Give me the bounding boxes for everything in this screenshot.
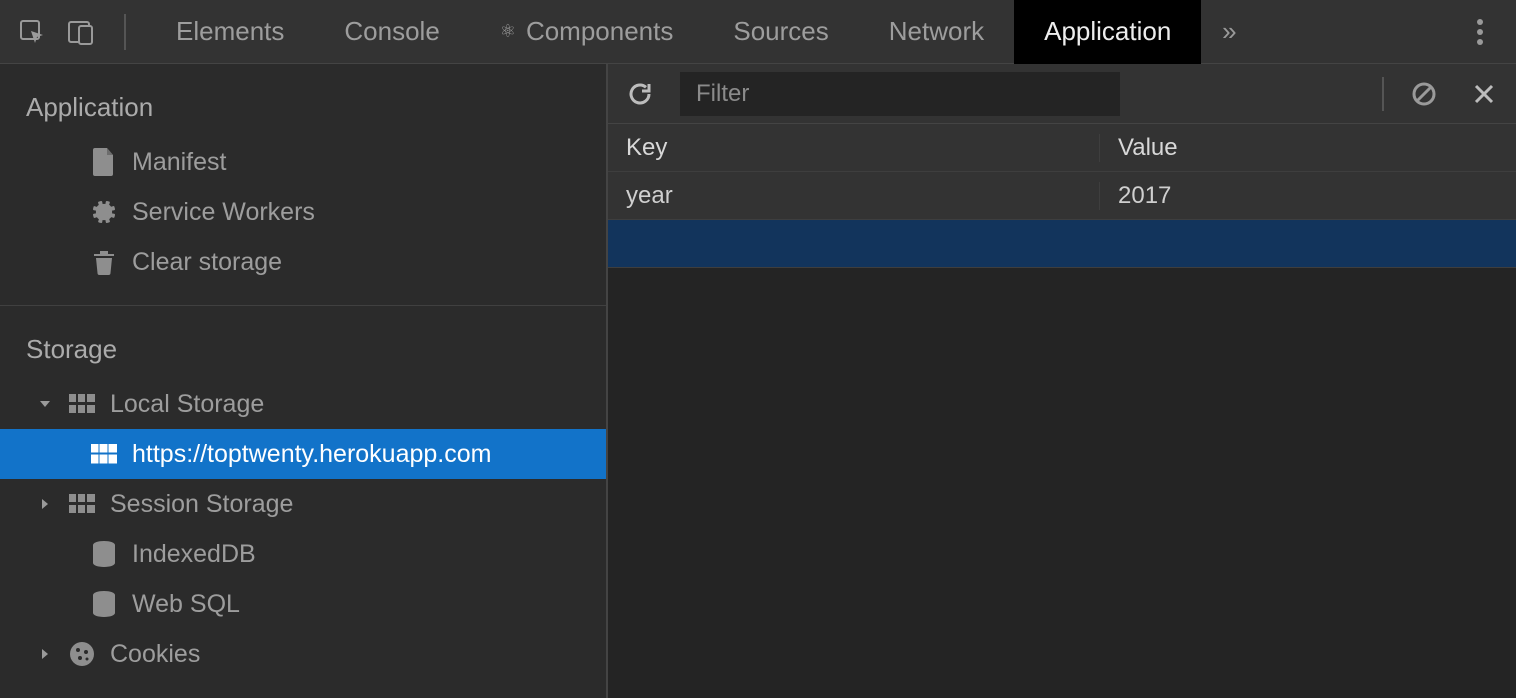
refresh-icon[interactable] (620, 74, 660, 114)
column-header-key[interactable]: Key (608, 134, 1100, 162)
trash-icon (90, 249, 118, 275)
sidebar-item-websql[interactable]: Web SQL (0, 579, 606, 629)
separator (124, 14, 126, 50)
sidebar-item-manifest[interactable]: Manifest (0, 137, 606, 187)
sidebar-item-label: https://toptwenty.herokuapp.com (132, 440, 491, 469)
gear-icon (90, 199, 118, 225)
tabs-overflow-button[interactable]: » (1201, 8, 1257, 56)
tab-list: Elements Console ⚛ Components Sources Ne… (146, 0, 1201, 64)
sidebar-item-local-storage-origin[interactable]: https://toptwenty.herokuapp.com (0, 429, 606, 479)
section-title-application: Application (0, 64, 606, 137)
table-body: year 2017 (608, 172, 1516, 268)
database-icon (90, 541, 118, 567)
disclosure-triangle-down-icon (36, 398, 54, 410)
storage-content-panel: Key Value year 2017 (608, 64, 1516, 698)
section-title-storage: Storage (0, 306, 606, 379)
storage-grid-icon (68, 494, 96, 514)
sidebar-item-label: Manifest (132, 148, 226, 177)
filter-input[interactable] (680, 72, 1120, 116)
inspect-element-icon[interactable] (8, 8, 56, 56)
tab-network[interactable]: Network (859, 0, 1014, 64)
separator (1382, 77, 1384, 111)
tab-components-label: Components (526, 16, 673, 47)
storage-table: Key Value year 2017 (608, 124, 1516, 698)
cookie-icon (68, 641, 96, 667)
sidebar-item-label: Cookies (110, 640, 200, 669)
tab-application[interactable]: Application (1014, 0, 1201, 64)
sidebar-item-service-workers[interactable]: Service Workers (0, 187, 606, 237)
sidebar-item-cookies[interactable]: Cookies (0, 629, 606, 679)
sidebar-item-label: Service Workers (132, 198, 315, 227)
storage-toolbar (608, 64, 1516, 124)
sidebar-item-label: Clear storage (132, 248, 282, 277)
column-header-value[interactable]: Value (1100, 134, 1516, 162)
table-row-empty-selected[interactable] (608, 220, 1516, 268)
devtools-tabbar: Elements Console ⚛ Components Sources Ne… (0, 0, 1516, 64)
device-toolbar-icon[interactable] (56, 8, 104, 56)
tab-sources[interactable]: Sources (703, 0, 858, 64)
cell-key[interactable]: year (608, 182, 1100, 210)
sidebar-item-session-storage[interactable]: Session Storage (0, 479, 606, 529)
tab-console[interactable]: Console (314, 0, 469, 64)
sidebar-item-label: Local Storage (110, 390, 264, 419)
table-header-row: Key Value (608, 124, 1516, 172)
storage-grid-icon (68, 394, 96, 414)
cell-value[interactable]: 2017 (1100, 182, 1516, 210)
table-row[interactable]: year 2017 (608, 172, 1516, 220)
settings-kebab-icon[interactable] (1452, 8, 1508, 56)
delete-selected-icon[interactable] (1464, 74, 1504, 114)
document-icon (90, 148, 118, 176)
disclosure-triangle-right-icon (36, 498, 54, 510)
tab-components[interactable]: ⚛ Components (470, 0, 704, 64)
disclosure-triangle-right-icon (36, 648, 54, 660)
sidebar-item-label: IndexedDB (132, 540, 256, 569)
tab-elements[interactable]: Elements (146, 0, 314, 64)
sidebar-item-indexeddb[interactable]: IndexedDB (0, 529, 606, 579)
sidebar-item-label: Session Storage (110, 490, 293, 519)
application-sidebar: Application Manifest Service Workers Cle… (0, 64, 608, 698)
storage-grid-icon (90, 444, 118, 464)
sidebar-item-clear-storage[interactable]: Clear storage (0, 237, 606, 287)
database-icon (90, 591, 118, 617)
clear-all-icon[interactable] (1404, 74, 1444, 114)
react-icon: ⚛ (500, 21, 516, 42)
sidebar-item-local-storage[interactable]: Local Storage (0, 379, 606, 429)
sidebar-item-label: Web SQL (132, 590, 240, 619)
table-empty-area (608, 268, 1516, 698)
